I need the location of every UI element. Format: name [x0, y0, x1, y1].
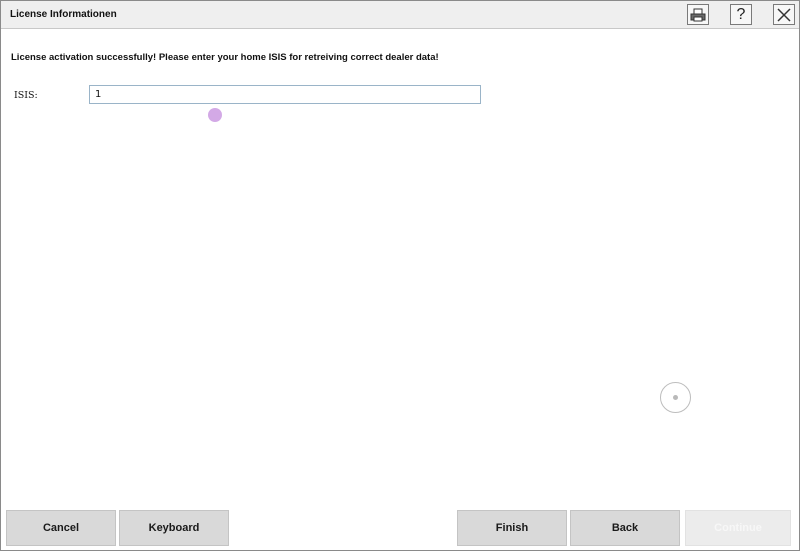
isis-input[interactable]: [89, 85, 481, 104]
print-button[interactable]: [687, 4, 709, 25]
finish-button[interactable]: Finish: [457, 510, 567, 546]
back-button[interactable]: Back: [570, 510, 680, 546]
help-icon: ?: [736, 5, 746, 23]
isis-label: ISIS:: [14, 90, 38, 101]
touch-target-ring: [660, 382, 691, 413]
title-bar: License Informationen ?: [1, 1, 799, 29]
touch-target-dot: [673, 395, 678, 400]
window-title: License Informationen: [10, 9, 117, 20]
print-icon: [690, 8, 706, 21]
license-window: License Informationen ? License activati…: [0, 0, 800, 551]
help-button[interactable]: ?: [730, 4, 752, 25]
activation-message: License activation successfully! Please …: [11, 52, 439, 63]
keyboard-button[interactable]: Keyboard: [119, 510, 229, 546]
close-button[interactable]: [773, 4, 795, 25]
continue-button[interactable]: Continue: [685, 510, 791, 546]
close-icon: [777, 7, 791, 22]
cancel-button[interactable]: Cancel: [6, 510, 116, 546]
footer-bar: Cancel Keyboard Finish Back Continue: [1, 504, 799, 550]
touch-cursor-indicator: [208, 108, 222, 122]
